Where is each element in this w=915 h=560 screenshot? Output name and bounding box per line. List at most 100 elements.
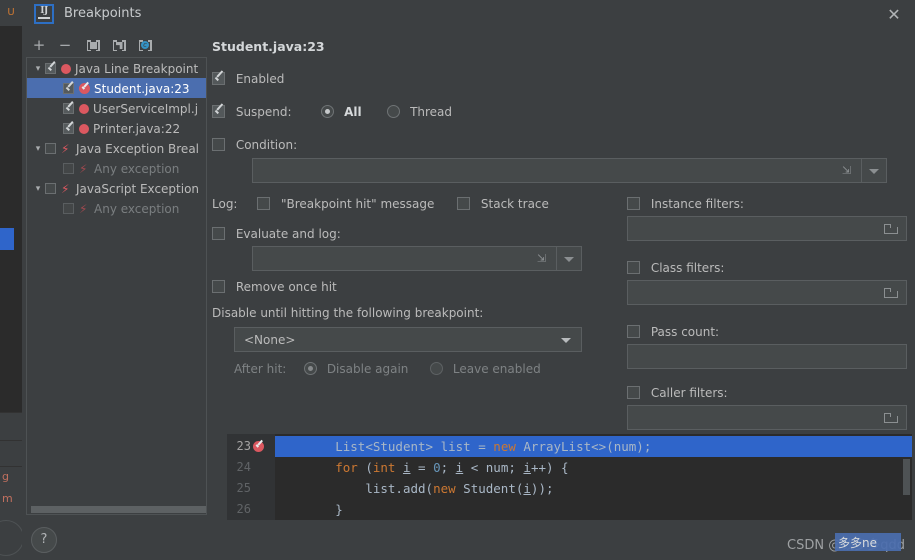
tree-expander-icon[interactable]: ▾ — [31, 139, 45, 159]
evaluate-and-log-row[interactable]: Evaluate and log: — [212, 226, 341, 241]
chevron-down-icon[interactable] — [561, 338, 571, 343]
remove-once-hit-row[interactable]: Remove once hit — [212, 279, 337, 294]
exception-bolt-dim-icon: ⚡ — [79, 201, 88, 216]
instance-filters-checkbox[interactable] — [627, 197, 640, 210]
caller-filters-checkbox[interactable] — [627, 386, 640, 399]
condition-checkbox[interactable] — [212, 138, 225, 151]
tree-item[interactable]: ⚡ Any exception — [27, 158, 206, 178]
suspend-label: Suspend: — [235, 104, 292, 119]
folder-icon[interactable] — [884, 412, 898, 423]
class-filters-input[interactable] — [627, 280, 907, 305]
log-hit-message-label: "Breakpoint hit" message — [280, 196, 435, 211]
code-gutter-line[interactable]: 25 — [227, 478, 275, 499]
dialog-titlebar: IJ Breakpoints ✕ — [22, 0, 915, 28]
after-hit-disable-again-radio[interactable] — [303, 362, 317, 375]
suspend-checkbox[interactable] — [212, 105, 225, 118]
enabled-checkbox[interactable] — [212, 72, 225, 85]
disable-until-label: Disable until hitting the following brea… — [212, 305, 484, 320]
tree-item-label: Any exception — [94, 161, 180, 176]
mute-breakpoints-icon: c — [138, 40, 152, 51]
evaluate-and-log-checkbox[interactable] — [212, 227, 225, 240]
expand-editor-icon[interactable]: ⇲ — [842, 164, 854, 177]
suspend-thread-radio[interactable] — [387, 105, 401, 118]
condition-checkbox-row[interactable]: Condition: — [212, 137, 297, 152]
pass-count-row[interactable]: Pass count: — [627, 324, 719, 339]
tree-item-checkbox[interactable] — [63, 203, 74, 214]
tree-item-label: Student.java:23 — [94, 81, 190, 96]
breakpoint-dot-icon — [79, 103, 89, 114]
pass-count-input[interactable] — [627, 344, 907, 369]
tree-scrollbar-thumb[interactable] — [31, 506, 206, 513]
tree-item-label: Java Line Breakpoint — [75, 61, 199, 76]
tree-expander-icon[interactable]: ▾ — [31, 179, 45, 199]
enabled-checkbox-row[interactable]: Enabled — [212, 71, 284, 86]
help-button[interactable]: ? — [31, 527, 57, 553]
disable-until-select[interactable]: <None> — [234, 327, 582, 352]
condition-history-dropdown[interactable] — [861, 159, 886, 182]
breakpoints-tree-panel[interactable]: ▾ Java Line Breakpoint Student.java:23 User… — [26, 57, 207, 515]
after-hit-leave-enabled-radio[interactable] — [430, 362, 444, 375]
suspend-row[interactable]: Suspend: All Thread — [212, 104, 452, 119]
tree-item-checkbox[interactable] — [63, 103, 74, 114]
edit-group-button[interactable] — [108, 35, 130, 55]
mute-breakpoints-button[interactable]: c — [134, 35, 156, 55]
after-hit-row[interactable]: After hit: Disable again Leave enabled — [234, 361, 541, 376]
tree-item[interactable]: Student.java:23 — [27, 78, 206, 98]
breakpoints-tree-list[interactable]: ▾ Java Line Breakpoint Student.java:23 User… — [27, 58, 206, 505]
exception-bolt-icon: ⚡ — [61, 181, 70, 196]
disable-until-value: <None> — [244, 332, 296, 347]
background-text-m: m — [2, 492, 13, 505]
folder-icon[interactable] — [884, 287, 898, 298]
evaluate-and-log-input[interactable]: ⇲ — [252, 246, 582, 271]
tree-item[interactable]: ▾ ⚡ Java Exception Breal — [27, 138, 206, 158]
instance-filters-input[interactable] — [627, 216, 907, 241]
tree-item-checkbox[interactable] — [45, 143, 56, 154]
caller-filters-row[interactable]: Caller filters: — [627, 385, 728, 400]
class-filters-checkbox[interactable] — [627, 261, 640, 274]
remove-breakpoint-button[interactable]: − — [54, 35, 76, 55]
add-breakpoint-button[interactable]: + — [28, 35, 50, 55]
tree-item[interactable]: UserServiceImpl.j — [27, 98, 206, 118]
background-selection-marker — [0, 228, 14, 250]
pass-count-checkbox[interactable] — [627, 325, 640, 338]
tree-item-checkbox[interactable] — [45, 183, 56, 194]
log-hit-message-checkbox[interactable] — [257, 197, 271, 210]
suspend-all-label: All — [344, 104, 362, 119]
breakpoint-marker-icon[interactable] — [253, 441, 264, 452]
tree-item-checkbox[interactable] — [63, 83, 74, 94]
tree-expander-icon[interactable]: ▾ — [31, 59, 45, 79]
tree-item-checkbox[interactable] — [63, 123, 74, 134]
evaluate-and-log-history-dropdown[interactable] — [556, 247, 581, 270]
folder-icon[interactable] — [884, 223, 898, 234]
tree-item[interactable]: ⚡ Any exception — [27, 198, 206, 218]
instance-filters-row[interactable]: Instance filters: — [627, 196, 744, 211]
class-filters-row[interactable]: Class filters: — [627, 260, 724, 275]
tree-item-checkbox[interactable] — [63, 163, 74, 174]
tree-horizontal-scrollbar[interactable] — [28, 505, 206, 513]
expand-editor-icon[interactable]: ⇲ — [537, 252, 549, 265]
condition-input[interactable]: ⇲ — [252, 158, 887, 183]
code-vertical-scrollbar[interactable] — [903, 459, 910, 495]
remove-once-hit-checkbox[interactable] — [212, 280, 225, 293]
caller-filters-input[interactable] — [627, 405, 907, 430]
code-gutter-line[interactable]: 23 — [227, 436, 275, 457]
log-row[interactable]: Log: "Breakpoint hit" message Stack trac… — [212, 196, 549, 211]
exception-bolt-icon: ⚡ — [61, 141, 70, 156]
log-stack-trace-checkbox[interactable] — [457, 197, 471, 210]
tree-item[interactable]: Printer.java:22 — [27, 118, 206, 138]
tree-item-checkbox[interactable] — [45, 63, 56, 74]
enabled-label: Enabled — [235, 71, 285, 86]
close-icon[interactable]: ✕ — [883, 4, 905, 26]
move-to-group-button[interactable] — [82, 35, 104, 55]
code-gutter-line[interactable]: 26 — [227, 499, 275, 520]
code-gutter-line[interactable]: 24 — [227, 457, 275, 478]
disable-until-row: Disable until hitting the following brea… — [212, 305, 483, 320]
breakpoint-dot-icon — [61, 63, 71, 74]
after-hit-leave-enabled-label: Leave enabled — [452, 361, 541, 376]
suspend-all-radio[interactable] — [321, 105, 335, 118]
breakpoints-toolbar: + − c — [26, 33, 206, 57]
tree-item[interactable]: ▾ Java Line Breakpoint — [27, 58, 206, 78]
code-preview[interactable]: 23 List<Student> list = new ArrayList<>(… — [227, 434, 912, 520]
breakpoints-dialog-screen: U g m IJ Breakpoints ✕ + − c ▾ Java Line… — [0, 0, 915, 560]
tree-item[interactable]: ▾ ⚡ JavaScript Exception — [27, 178, 206, 198]
